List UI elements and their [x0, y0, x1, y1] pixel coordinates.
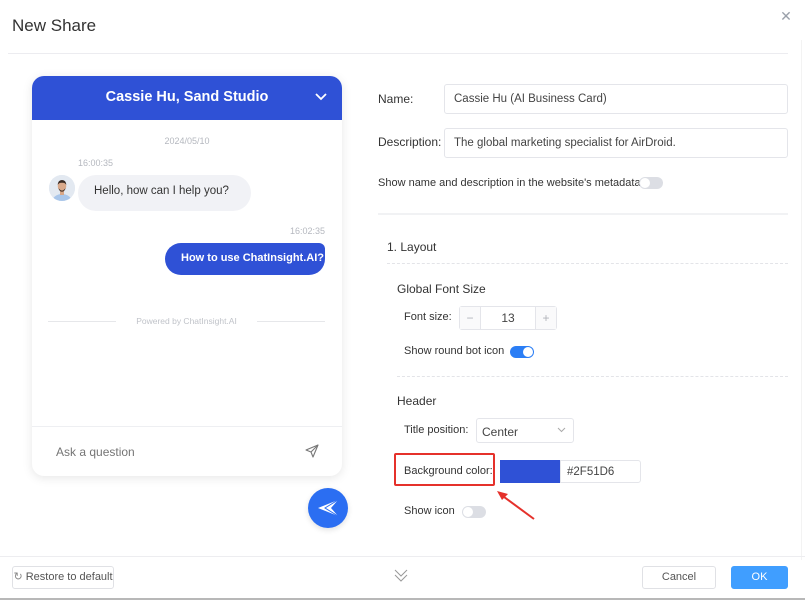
increment-button[interactable]: +	[536, 307, 556, 329]
restore-default-label: Restore to default	[25, 571, 113, 583]
metadata-toggle[interactable]	[639, 177, 663, 189]
font-size-label: Font size:	[404, 311, 452, 323]
dashed-divider	[387, 263, 788, 264]
avatar	[49, 175, 75, 201]
cancel-button[interactable]: Cancel	[642, 566, 716, 589]
title-position-label: Title position:	[404, 424, 469, 436]
font-size-stepper: − 13 +	[459, 306, 557, 330]
footer-divider	[0, 556, 805, 557]
chevron-down-icon	[557, 427, 566, 433]
background-color-input[interactable]	[560, 460, 641, 483]
show-icon-label: Show icon	[404, 505, 455, 517]
refresh-icon: ↻	[13, 571, 23, 583]
description-label: Description:	[378, 135, 442, 149]
font-size-value[interactable]: 13	[480, 307, 536, 329]
annotation-arrow-icon	[497, 491, 535, 520]
title-position-select[interactable]: Center	[476, 418, 574, 443]
dashed-divider	[397, 376, 788, 377]
show-icon-toggle[interactable]	[462, 506, 486, 518]
chat-input-bar	[32, 426, 342, 476]
decrement-button[interactable]: −	[460, 307, 480, 329]
paper-plane-icon[interactable]	[304, 443, 320, 459]
global-font-size-heading: Global Font Size	[397, 282, 486, 296]
scrollbar-track[interactable]	[801, 40, 802, 560]
background-color-swatch[interactable]	[500, 460, 560, 483]
toggle-knob	[523, 347, 533, 357]
divider	[256, 320, 326, 322]
close-icon[interactable]: ✕	[779, 9, 793, 23]
divider	[48, 320, 117, 322]
preview-header-title: Cassie Hu, Sand Studio	[105, 89, 269, 105]
round-bot-icon-toggle[interactable]	[510, 346, 534, 358]
powered-by-row: Powered by ChatInsight.AI	[48, 316, 326, 326]
toggle-knob	[640, 178, 650, 188]
ok-button[interactable]: OK	[731, 566, 788, 589]
bot-message-bubble: Hello, how can I help you?	[78, 175, 251, 211]
preview-header: Cassie Hu, Sand Studio	[32, 76, 342, 120]
metadata-toggle-label: Show name and description in the website…	[378, 177, 641, 189]
section-divider	[378, 213, 788, 215]
description-input[interactable]	[444, 128, 788, 158]
layout-section-heading[interactable]: 1. Layout	[387, 240, 436, 254]
message-time: 16:00:35	[78, 158, 114, 168]
bot-launcher-icon	[318, 499, 339, 517]
chat-question-input[interactable]	[56, 445, 256, 459]
background-color-label: Background color:	[404, 465, 493, 477]
header-section-heading: Header	[397, 394, 437, 408]
title-divider	[8, 53, 788, 54]
name-input[interactable]	[444, 84, 788, 114]
user-message-bubble: How to use ChatInsight.AI?	[165, 243, 325, 275]
double-chevron-down-icon[interactable]	[393, 568, 409, 584]
chat-preview-card: Cassie Hu, Sand Studio 2024/05/10 16:00:…	[32, 76, 342, 476]
chat-date: 2024/05/10	[164, 136, 210, 146]
dialog-title: New Share	[12, 16, 97, 35]
message-time: 16:02:35	[289, 226, 325, 236]
bot-launcher-button[interactable]	[308, 488, 348, 528]
toggle-knob	[463, 507, 473, 517]
round-bot-icon-label: Show round bot icon	[404, 345, 505, 357]
title-position-value: Center	[482, 425, 519, 439]
chevron-down-icon[interactable]	[314, 92, 328, 102]
name-label: Name:	[378, 92, 414, 106]
person-avatar-icon	[49, 175, 75, 201]
restore-default-button[interactable]: ↻ Restore to default	[12, 566, 114, 589]
powered-by-text: Powered by ChatInsight.AI	[136, 316, 237, 326]
